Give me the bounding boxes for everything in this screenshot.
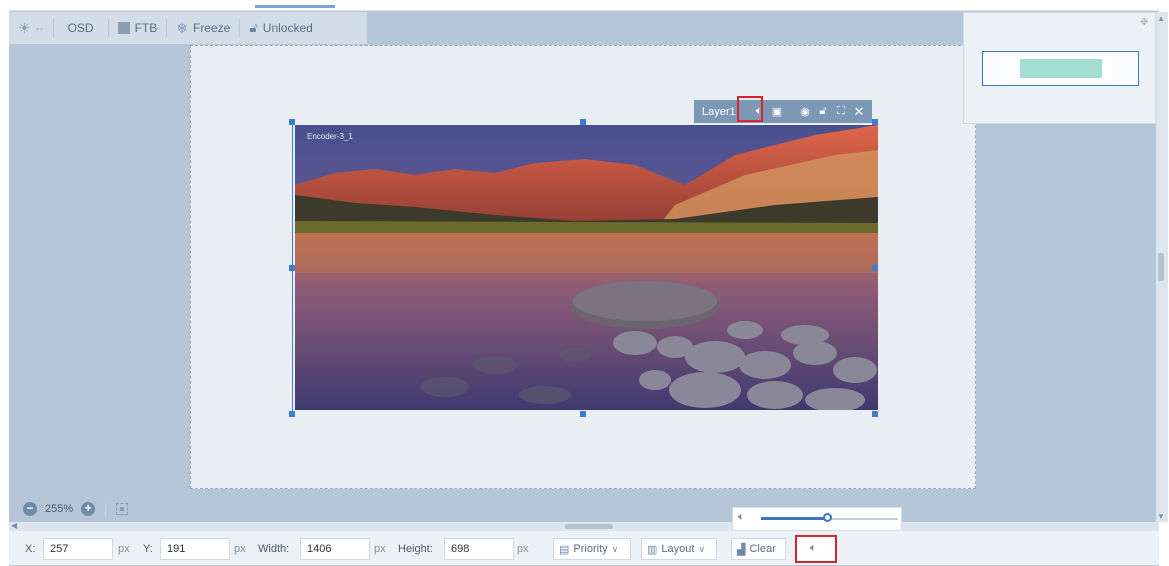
close-icon[interactable]: ✕ xyxy=(850,104,868,120)
osd-label: OSD xyxy=(67,21,94,35)
width-unit: px xyxy=(374,543,386,555)
layer-toolbar: Layer1 🔈︎ ▣ ◉ 🔓︎ ⛶ ✕ xyxy=(694,100,872,123)
resize-handle-se[interactable] xyxy=(872,411,878,417)
y-label: Y: xyxy=(143,543,153,555)
height-unit: px xyxy=(517,543,529,555)
zoom-controls: − 255% + xyxy=(23,502,129,516)
priority-button[interactable]: ▤ Priority ∨ xyxy=(553,538,631,560)
scroll-up-arrow-icon[interactable]: ▲ xyxy=(1157,14,1165,23)
resize-handle-ne[interactable] xyxy=(872,119,878,125)
volume-slider-knob[interactable] xyxy=(823,513,832,522)
active-tab-indicator xyxy=(255,5,335,8)
layer-source-label: Encoder-3_1 xyxy=(307,132,353,141)
minimap-layer xyxy=(1020,59,1102,78)
zoom-in-icon[interactable]: + xyxy=(81,502,96,516)
zoom-value: 255% xyxy=(45,503,74,515)
move-icon[interactable]: ✥ xyxy=(1140,17,1148,28)
freeze-button[interactable]: ❄ Freeze xyxy=(167,12,239,44)
layer-copy-icon[interactable]: ▣ xyxy=(768,105,786,118)
unlock-icon: 🔓︎ xyxy=(249,20,258,35)
priority-label: Priority xyxy=(573,543,608,555)
volume-icon: 🔈︎ xyxy=(810,542,817,554)
horizontal-scroll-thumb[interactable] xyxy=(565,524,613,529)
layer-unlock-icon[interactable]: 🔓︎ xyxy=(814,105,832,118)
brightness-icon: ☀ xyxy=(18,19,31,36)
fit-screen-icon[interactable] xyxy=(116,503,129,515)
scroll-left-arrow-icon[interactable]: ◀ xyxy=(11,521,17,530)
volume-slider-fill xyxy=(761,517,827,520)
x-field[interactable]: 257 xyxy=(43,538,113,560)
osd-button[interactable]: OSD xyxy=(54,12,108,44)
lock-label: Unlocked xyxy=(262,21,313,35)
layout-label: Layout xyxy=(661,543,695,555)
snowflake-icon: ❄ xyxy=(176,19,188,36)
y-field[interactable]: 191 xyxy=(160,538,230,560)
clear-label: Clear xyxy=(749,543,776,555)
clear-button[interactable]: ▟ Clear xyxy=(731,538,786,560)
landscape-image xyxy=(295,125,878,410)
resize-handle-s[interactable] xyxy=(580,411,586,417)
ftb-button[interactable]: FTB xyxy=(109,12,167,44)
layer-name: Layer1 xyxy=(702,105,736,118)
resize-handle-n[interactable] xyxy=(580,119,586,125)
layout-icon: ▥ xyxy=(647,543,658,556)
x-label: X: xyxy=(25,543,36,555)
layout-button[interactable]: ▥ Layout ∨ xyxy=(641,538,717,560)
resize-handle-e[interactable] xyxy=(872,265,878,271)
fullscreen-icon[interactable]: ⛶ xyxy=(832,105,850,118)
freeze-label: Freeze xyxy=(192,21,231,35)
ftb-label: FTB xyxy=(134,21,158,35)
resize-handle-nw[interactable] xyxy=(289,119,295,125)
chevron-down-icon: ∨ xyxy=(698,543,706,554)
zoom-out-icon[interactable]: − xyxy=(23,502,37,516)
ftb-icon xyxy=(117,22,130,34)
eye-icon[interactable]: ◉ xyxy=(796,105,814,118)
resize-handle-w[interactable] xyxy=(289,265,295,271)
scroll-down-arrow-icon[interactable]: ▼ xyxy=(1157,512,1165,521)
brightness-control[interactable]: ☀ -- xyxy=(9,12,53,44)
y-unit: px xyxy=(234,543,246,555)
brightness-value: -- xyxy=(35,21,44,35)
layer-image[interactable] xyxy=(295,125,878,410)
x-unit: px xyxy=(118,543,130,555)
audio-highlight-box xyxy=(737,96,763,122)
height-field[interactable]: 698 xyxy=(444,538,514,560)
priority-icon: ▤ xyxy=(559,543,570,556)
clear-icon: ▟ xyxy=(737,543,746,556)
zoom-divider xyxy=(105,502,107,516)
lock-button[interactable]: 🔓︎ Unlocked xyxy=(240,12,321,44)
height-label: Height: xyxy=(398,543,433,555)
vertical-scroll-thumb[interactable] xyxy=(1158,253,1164,281)
chevron-down-icon: ∨ xyxy=(611,543,619,554)
volume-icon: 🔈︎ xyxy=(738,511,745,523)
top-toolbar: ☀ -- OSD FTB ❄ Freeze 🔓︎ Unlocked xyxy=(9,12,367,44)
width-label: Width: xyxy=(258,543,290,555)
width-field[interactable]: 1406 xyxy=(300,538,370,560)
resize-handle-sw[interactable] xyxy=(289,411,295,417)
